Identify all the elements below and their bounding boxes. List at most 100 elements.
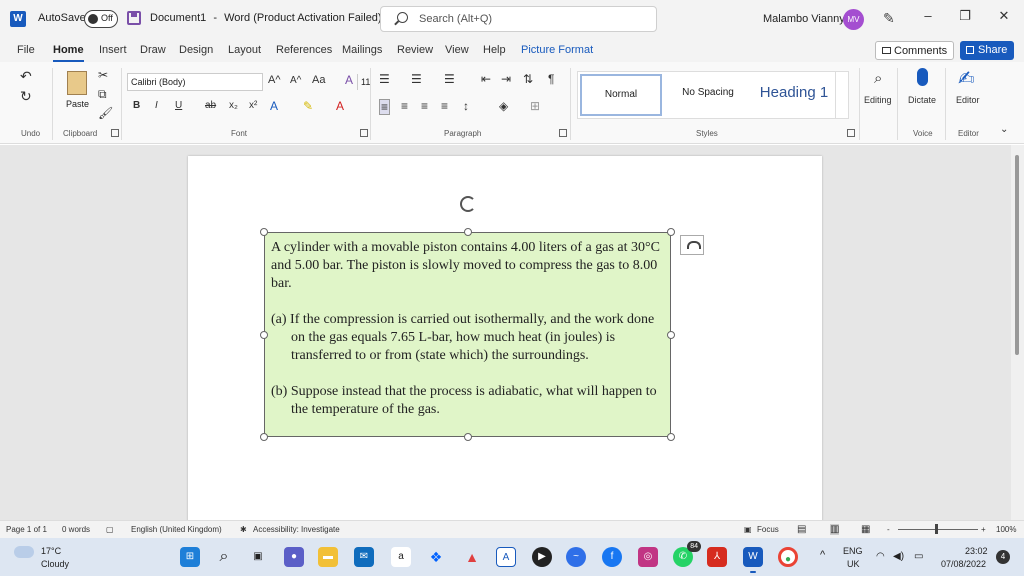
bold-button[interactable]: B	[133, 100, 140, 111]
collapse-ribbon-icon[interactable]: ⌄	[1000, 124, 1008, 135]
grow-font-button[interactable]: A^	[268, 74, 281, 86]
restore-icon[interactable]: ❐	[955, 8, 975, 24]
sort-icon[interactable]: ⇅	[523, 72, 533, 86]
resize-handle-bottom-left[interactable]	[260, 433, 268, 441]
whatsapp-icon[interactable]: ✆ 84	[673, 541, 701, 567]
tab-layout[interactable]: Layout	[228, 44, 261, 56]
mail-icon[interactable]: ✉	[354, 547, 374, 567]
text-effects-icon[interactable]: A	[270, 99, 278, 113]
autosave-toggle[interactable]: Off	[84, 10, 118, 28]
proofing-icon[interactable]: ▢	[106, 525, 114, 534]
resize-handle-left[interactable]	[260, 331, 268, 339]
resize-handle-bottom-right[interactable]	[667, 433, 675, 441]
tab-view[interactable]: View	[445, 44, 469, 56]
cut-icon[interactable]: ✂	[98, 68, 108, 82]
line-spacing-icon[interactable]: ↕	[463, 99, 469, 113]
accessibility-status[interactable]: Accessibility: Investigate	[253, 525, 340, 534]
matlab-icon[interactable]: ▲	[462, 547, 482, 567]
resize-handle-top[interactable]	[464, 228, 472, 236]
user-name[interactable]: Malambo Vianny	[763, 13, 845, 25]
teams-icon[interactable]: ●	[284, 547, 304, 567]
multilevel-list-icon[interactable]: ☰	[444, 72, 455, 86]
word-count[interactable]: 0 words	[62, 525, 90, 534]
zoom-slider-thumb[interactable]	[935, 524, 938, 534]
zoom-level[interactable]: 100%	[996, 525, 1016, 534]
language-line-1[interactable]: ENG	[843, 546, 863, 556]
messenger-icon[interactable]: ~	[566, 547, 586, 567]
tab-design[interactable]: Design	[179, 44, 213, 56]
layout-options-icon[interactable]	[680, 235, 704, 255]
battery-icon[interactable]: ▭	[914, 551, 923, 562]
font-name-select[interactable]: Calibri (Body) 11	[127, 73, 370, 91]
borders-icon[interactable]: ⊞	[530, 99, 540, 113]
tab-insert[interactable]: Insert	[99, 44, 127, 56]
resize-handle-bottom[interactable]	[464, 433, 472, 441]
zoom-in-button[interactable]: +	[981, 525, 986, 534]
dictate-button[interactable]: Dictate	[908, 95, 936, 105]
style-no-spacing[interactable]: No Spacing	[666, 74, 750, 116]
comments-button[interactable]: Comments	[875, 41, 954, 60]
clipboard-launcher-icon[interactable]	[111, 129, 119, 137]
editing-button[interactable]: Editing	[864, 95, 892, 105]
numbering-icon[interactable]: ☰	[411, 72, 422, 86]
paste-icon[interactable]	[67, 71, 87, 95]
search-taskbar-icon[interactable]: ⌕	[214, 547, 234, 567]
increase-indent-icon[interactable]: ⇥	[501, 72, 511, 86]
read-mode-icon[interactable]: ▤	[797, 524, 806, 535]
tab-draw[interactable]: Draw	[140, 44, 166, 56]
focus-button[interactable]: Focus	[757, 525, 779, 534]
cloud-icon[interactable]	[14, 546, 34, 558]
shading-icon[interactable]: ◈	[499, 99, 508, 113]
styles-gallery-scroll[interactable]	[835, 71, 849, 119]
search-input[interactable]: Search (Alt+Q)	[380, 6, 657, 32]
tab-help[interactable]: Help	[483, 44, 506, 56]
file-explorer-icon[interactable]: ▬	[318, 547, 338, 567]
word-taskbar-icon[interactable]: W	[743, 547, 763, 573]
media-player-icon[interactable]: ▶	[532, 547, 552, 567]
undo-icon[interactable]: ↶	[20, 68, 32, 85]
editor-button[interactable]: Editor	[956, 95, 980, 105]
tab-file[interactable]: File	[17, 44, 35, 56]
scrollbar-thumb[interactable]	[1015, 155, 1019, 355]
redo-icon[interactable]: ↻	[20, 88, 32, 105]
justify-icon[interactable]: ≡	[441, 99, 448, 113]
dropbox-icon[interactable]: ❖	[426, 547, 446, 567]
chrome-icon[interactable]: ●	[778, 547, 798, 567]
strikethrough-button[interactable]: ab	[205, 100, 216, 111]
volume-icon[interactable]: ◀)	[893, 551, 904, 562]
close-icon[interactable]: ✕	[994, 8, 1014, 24]
superscript-icon[interactable]: x²	[249, 100, 257, 111]
change-case-button[interactable]: Aa	[312, 74, 325, 86]
amazon-icon[interactable]: a	[391, 547, 411, 567]
web-layout-icon[interactable]: ▦	[861, 524, 870, 535]
paragraph-launcher-icon[interactable]	[559, 129, 567, 137]
underline-button[interactable]: U	[175, 100, 182, 111]
text-box[interactable]: A cylinder with a movable piston contain…	[264, 232, 671, 437]
language-status[interactable]: English (United Kingdom)	[131, 525, 222, 534]
font-launcher-icon[interactable]	[360, 129, 368, 137]
windows-start-icon[interactable]: ⊞	[180, 547, 200, 567]
decrease-indent-icon[interactable]: ⇤	[481, 72, 491, 86]
temperature[interactable]: 17°C	[41, 546, 61, 556]
clear-format-icon[interactable]: A	[345, 73, 353, 87]
editing-icon[interactable]: ⌕	[874, 70, 882, 87]
chevron-up-icon[interactable]: ^	[820, 549, 825, 561]
microphone-icon[interactable]	[917, 68, 928, 86]
avatar[interactable]: MV	[843, 9, 864, 30]
italic-button[interactable]: I	[155, 100, 158, 111]
resize-handle-top-right[interactable]	[667, 228, 675, 236]
clock-date[interactable]: 07/08/2022	[941, 559, 986, 569]
save-icon[interactable]	[127, 11, 141, 25]
paste-label[interactable]: Paste	[66, 99, 89, 109]
minimize-icon[interactable]: –	[918, 8, 938, 23]
style-heading-1[interactable]: Heading 1	[752, 74, 836, 116]
align-right-icon[interactable]: ≡	[421, 99, 428, 113]
subscript-icon[interactable]: x₂	[229, 100, 238, 111]
share-button[interactable]: Share	[960, 41, 1014, 60]
format-painter-icon[interactable]: 🖌	[98, 106, 113, 120]
pen-icon[interactable]: ✎	[883, 10, 895, 27]
highlight-icon[interactable]: ✎	[303, 99, 313, 113]
weather-condition[interactable]: Cloudy	[41, 559, 69, 569]
clock-time[interactable]: 23:02	[965, 546, 988, 556]
pilcrow-icon[interactable]: ¶	[548, 72, 554, 86]
